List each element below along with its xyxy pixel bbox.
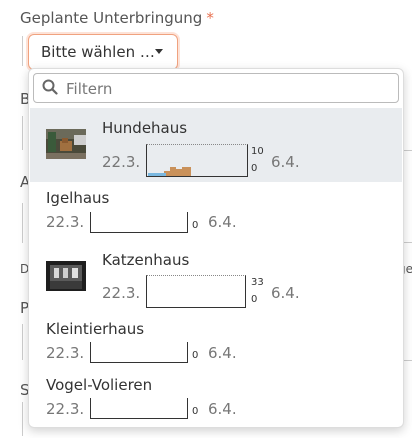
start-date: 22.3. [102,284,141,302]
option-name: Katzenhaus [102,251,190,269]
option-name: Hundehaus [102,119,188,137]
chart-min-tick: 0 [251,163,258,174]
chart-min-tick: 0 [192,350,199,361]
option-name: Igelhaus [46,189,110,207]
bg-divider [22,203,23,243]
end-date: 6.4. [271,284,300,302]
filter-input[interactable] [64,76,388,102]
chart-line [148,173,166,176]
occupancy-chart [90,212,188,233]
option-name: Kleintierhaus [46,320,145,338]
chart-min-tick: 0 [251,294,258,305]
dropdown-menu: Hundehaus 22.3. 10 0 6.4. Igelhaus 22.3.… [28,68,404,428]
end-date: 6.4. [208,344,237,362]
caret-down-icon [155,49,163,54]
start-date: 22.3. [46,213,85,231]
occupancy-chart [90,398,188,419]
cat-house-photo-thumbnail [46,261,86,291]
bg-divider [22,402,23,436]
start-date: 22.3. [46,344,85,362]
chart-bar [182,167,191,176]
select-value: Bitte wählen … [41,43,155,61]
option-kleintierhaus[interactable]: Kleintierhaus 22.3. 0 6.4. [30,315,402,371]
field-label: Geplante Unterbringung * [20,9,214,27]
option-name: Vogel-Volieren [46,376,153,394]
field-label-text: Geplante Unterbringung [20,9,203,27]
end-date: 6.4. [208,213,237,231]
bg-divider [22,116,23,150]
required-mark: * [206,9,214,27]
chart-min-tick: 0 [192,220,199,231]
search-icon [42,79,58,95]
start-date: 22.3. [102,153,141,171]
option-hundehaus[interactable]: Hundehaus 22.3. 10 0 6.4. [30,108,402,182]
end-date: 6.4. [271,153,300,171]
option-katzenhaus[interactable]: Katzenhaus 22.3. 33 0 6.4. [30,245,402,315]
end-date: 6.4. [208,400,237,418]
accommodation-select[interactable]: Bitte wählen … [28,34,178,70]
dog-photo-thumbnail [46,129,86,159]
chart-max-tick: 33 [251,277,264,288]
occupancy-chart [90,342,188,363]
bg-divider [22,36,23,66]
filter-box[interactable] [33,73,399,103]
occupancy-chart [146,144,248,177]
option-igelhaus[interactable]: Igelhaus 22.3. 0 6.4. [30,182,402,247]
start-date: 22.3. [46,400,85,418]
bg-divider [22,324,23,360]
occupancy-chart [146,275,246,308]
chart-max-tick: 10 [251,146,264,157]
option-vogel-volieren[interactable]: Vogel-Volieren 22.3. 0 6.4. [30,371,402,427]
chart-min-tick: 0 [192,406,199,417]
